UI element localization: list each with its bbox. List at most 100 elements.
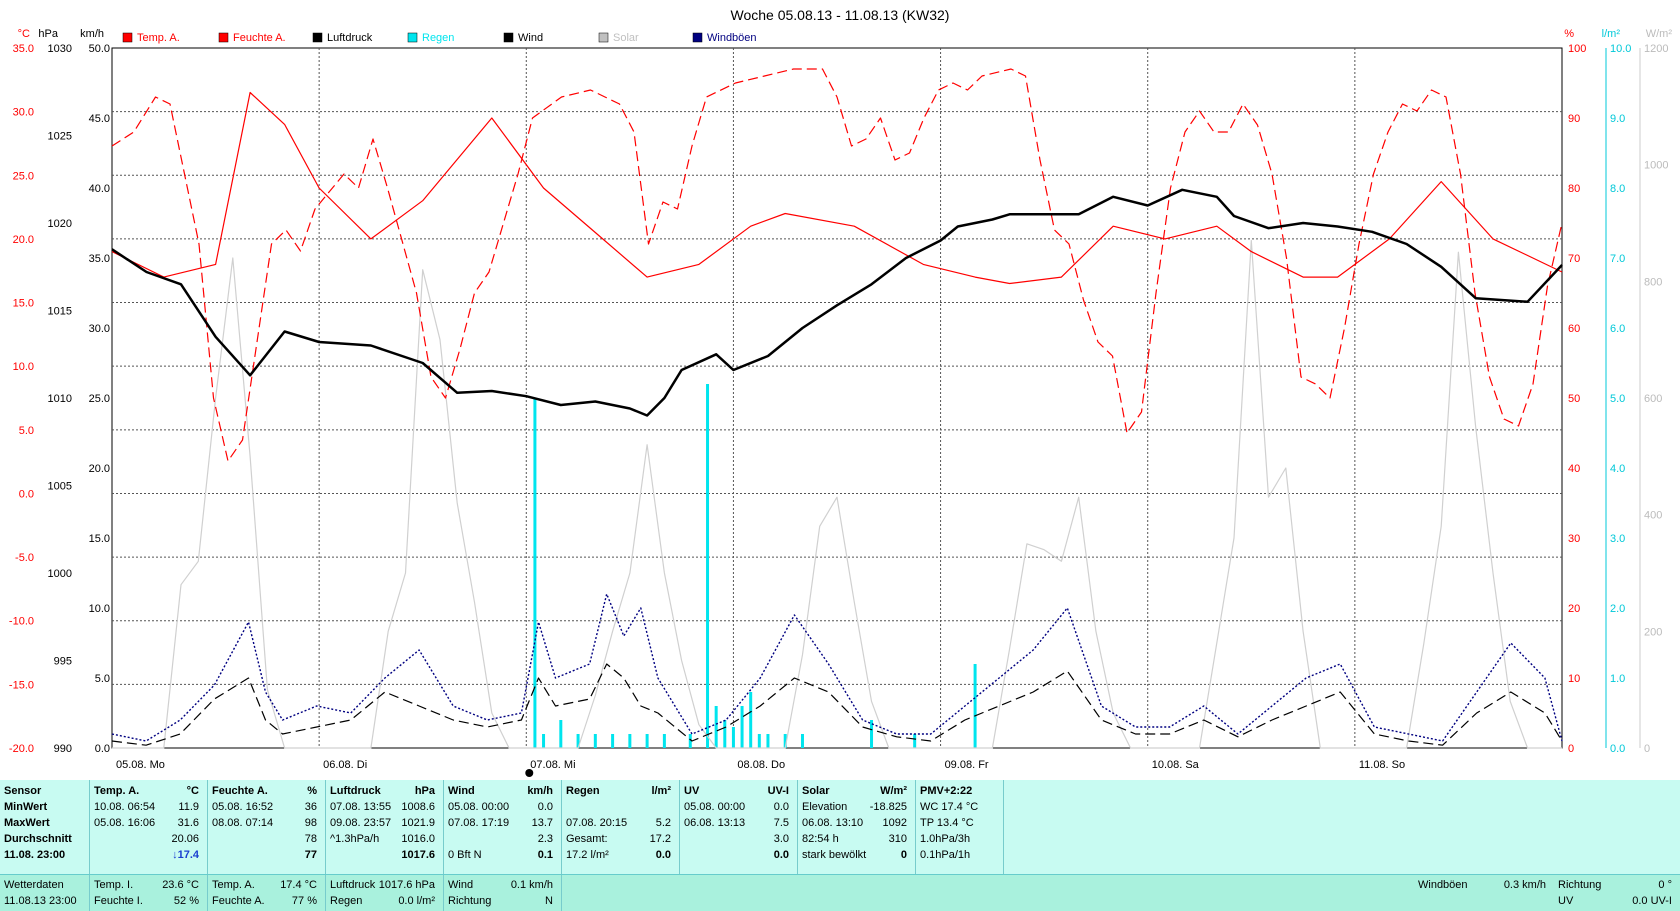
wind-max-time: 07.08. 17:19 — [448, 817, 510, 829]
legend-label-5: Solar — [613, 32, 639, 44]
tick-x-0: 05.08. Mo — [116, 759, 165, 771]
solar-elevation-value: -18.825 — [869, 801, 907, 813]
header-regen: Regen — [566, 785, 600, 797]
feuchte-min-time: 05.08. 16:52 — [212, 801, 274, 813]
tick-humidity: 50 — [1568, 393, 1580, 405]
col-feuchte: Feuchte A.% 05.08. 16:52 36 08.08. 07:14 9… — [208, 780, 326, 874]
status-temp-i-value: 23.6 °C — [162, 879, 199, 891]
tick-x-3: 08.08. Do — [737, 759, 785, 771]
uv-avg-value: 3.0 — [773, 833, 789, 845]
legend-label-4: Wind — [518, 32, 543, 44]
header-solar: Solar — [802, 785, 830, 797]
uv-max-value: 7.5 — [773, 817, 789, 829]
status-feuchte-i-label: Feuchte I. — [94, 895, 143, 907]
feuchte-min-value: 36 — [304, 801, 317, 813]
legend-swatch-2 — [312, 32, 323, 43]
unit-feuchte: % — [307, 785, 317, 797]
status-direction-uv: Richtung 0 ° UV 0.0 UV-I — [1554, 875, 1680, 911]
unit-luftdruck: hPa — [414, 785, 435, 797]
tick-solar: 1000 — [1644, 160, 1668, 172]
uv-current-value: 0.0 — [773, 849, 789, 861]
temp-current-value: ↓17.4 — [172, 849, 199, 861]
col-sensor: Sensor MinWert MaxWert Durchschnitt 11.0… — [0, 780, 90, 874]
status-richtung2-label: Richtung — [1558, 879, 1602, 891]
solar-max-time: 06.08. 13:10 — [802, 817, 864, 829]
tick-temp: -15.0 — [9, 679, 34, 691]
luftdruck-min-time: 07.08. 13:55 — [330, 801, 392, 813]
tick-x-4: 09.08. Fr — [945, 759, 989, 771]
tick-rain: 4.0 — [1610, 463, 1625, 475]
solar-condition: stark bewölkt — [802, 849, 867, 861]
col-wind: Wind km/h 05.08. 00:00 0.0 07.08. 17:19 13.… — [444, 780, 562, 874]
status-gusts: Windböen 0.3 km/h — [1414, 875, 1554, 911]
header-pmv: PMV+2:22 — [920, 785, 973, 797]
axis-label-wind: km/h — [80, 28, 104, 40]
unit-temp: °C — [186, 785, 199, 797]
feuchte-max-value: 98 — [304, 817, 317, 829]
status-wind-label: Wind — [448, 879, 474, 891]
tick-solar: 800 — [1644, 276, 1662, 288]
regen-total: 17.2 l/m² — [566, 849, 609, 861]
tick-pressure: 990 — [54, 743, 72, 755]
tick-rain: 5.0 — [1610, 393, 1625, 405]
tick-humidity: 10 — [1568, 673, 1580, 685]
wind-avg-value: 2.3 — [537, 833, 553, 845]
series-temp-a- — [111, 91, 1563, 285]
status-uv-value: 0.0 UV-I — [1632, 895, 1672, 907]
series-feuchte-a- — [111, 68, 1563, 462]
legend-swatch-3 — [407, 32, 418, 43]
series-solar — [112, 239, 1562, 749]
tick-solar: 0 — [1644, 743, 1650, 755]
status-pressure-rain: Luftdruck 1017.6 hPa Regen 0.0 l/m² — [326, 875, 444, 911]
tick-wind: 25.0 — [89, 393, 110, 405]
status-wind: Wind 0.1 km/h Richtung N — [444, 875, 562, 911]
unit-regen: l/m² — [651, 785, 671, 797]
tick-humidity: 90 — [1568, 113, 1580, 125]
stats-table: Sensor MinWert MaxWert Durchschnitt 11.0… — [0, 780, 1680, 874]
tick-pressure: 1000 — [48, 568, 72, 580]
luftdruck-max-time: 09.08. 23:57 — [330, 817, 392, 829]
legend-label-3: Regen — [422, 32, 454, 44]
tick-solar: 600 — [1644, 393, 1662, 405]
tick-wind: 5.0 — [95, 673, 110, 685]
row-max: MaxWert — [4, 817, 50, 829]
tick-humidity: 80 — [1568, 183, 1580, 195]
tick-humidity: 60 — [1568, 323, 1580, 335]
pmv-pressure-1h: 0.1hPa/1h — [920, 849, 971, 861]
wind-bft: 0 Bft N — [448, 849, 482, 861]
temp-min-value: 11.9 — [178, 801, 199, 813]
tick-x-5: 10.08. Sa — [1152, 759, 1200, 771]
tick-solar: 200 — [1644, 626, 1662, 638]
status-uv-label: UV — [1558, 895, 1574, 907]
tick-pressure: 1025 — [48, 131, 72, 143]
header-sensor: Sensor — [4, 785, 42, 797]
axis-label-pressure: hPa — [38, 28, 58, 40]
legend-label-0: Temp. A. — [137, 32, 180, 44]
feuchte-current-value: 77 — [304, 849, 317, 861]
tick-pressure: 1015 — [48, 306, 72, 318]
status-windboeen-label: Windböen — [1418, 879, 1468, 891]
tick-temp: -10.0 — [9, 616, 34, 628]
status-feuchte-a-label: Feuchte A. — [212, 895, 265, 907]
now-marker — [525, 769, 534, 777]
axis-label-humidity: % — [1564, 28, 1574, 40]
legend-swatch-6 — [692, 32, 703, 43]
plot-frame — [111, 47, 1563, 749]
tick-temp: -5.0 — [15, 552, 34, 564]
tick-wind: 10.0 — [89, 603, 110, 615]
legend-label-2: Luftdruck — [327, 32, 373, 44]
solar-max-value: 1092 — [882, 817, 907, 829]
tick-rain: 3.0 — [1610, 533, 1625, 545]
status-feuchte-i-value: 52 % — [173, 895, 199, 907]
tick-solar: 1200 — [1644, 43, 1668, 55]
pmv-tp: TP 13.4 °C — [920, 817, 974, 829]
status-wind-value: 0.1 km/h — [510, 879, 553, 891]
legend-swatch-1 — [218, 32, 229, 43]
status-outdoor: Temp. A. 17.4 °C Feuchte A. 77 % — [208, 875, 326, 911]
weather-chart: Woche 05.08.13 - 11.08.13 (KW32) Temp. A.… — [9, 7, 1672, 777]
tick-pressure: 1010 — [48, 393, 72, 405]
tick-temp: 30.0 — [13, 107, 34, 119]
unit-wind: km/h — [527, 785, 553, 797]
tick-temp: 15.0 — [13, 298, 34, 310]
solar-hours: 82:54 h — [802, 833, 839, 845]
